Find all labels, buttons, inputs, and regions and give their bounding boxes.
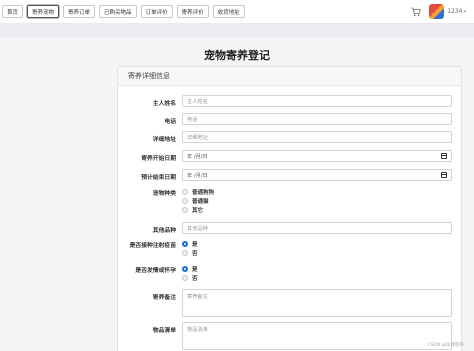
avatar[interactable]	[429, 4, 445, 19]
option-label: 否	[192, 250, 198, 257]
in-heat-option-no[interactable]: 否	[182, 273, 198, 282]
items-textarea[interactable]: 物品清单	[182, 322, 452, 350]
end-date-value: 年 /月/日	[187, 172, 208, 179]
start-date-input[interactable]: 年 /月/日	[182, 150, 452, 162]
other-breed-input[interactable]: 其他品种	[182, 222, 452, 234]
phone-label: 电话	[164, 119, 176, 125]
row-phone: 电话 电话	[118, 113, 463, 125]
user-area: 1234 ▾	[411, 4, 466, 19]
in-heat-radio-group: 是 否	[182, 264, 198, 282]
address-label: 详细地址	[152, 137, 176, 143]
pet-type-option-other[interactable]: 其它	[182, 205, 214, 214]
radio-button[interactable]	[182, 274, 188, 281]
address-input[interactable]: 详细地址	[182, 131, 452, 143]
pet-type-radio-group: 普通狗狗 普通猫 其它	[182, 187, 214, 214]
tab-boarding-orders[interactable]: 寄养订单	[63, 5, 96, 18]
option-label: 否	[192, 275, 198, 282]
top-navigation: 首页 寄养宠物 寄养订单 已购买物品 订单评价 寄养评价 收货地址 1234 ▾	[0, 0, 474, 24]
row-remarks: 寄养备注 寄养备注	[118, 289, 463, 317]
tab-home[interactable]: 首页	[2, 5, 24, 18]
calendar-icon[interactable]	[441, 172, 447, 178]
start-date-value: 年 /月/日	[187, 153, 208, 160]
tab-shipping-address[interactable]: 收货地址	[212, 5, 245, 18]
remarks-label: 寄养备注	[152, 295, 176, 301]
row-address: 详细地址 详细地址	[118, 131, 463, 143]
end-date-label: 预计结束日期	[141, 175, 176, 181]
row-other-breed: 其他品种 其他品种	[118, 222, 463, 234]
tab-purchased-items[interactable]: 已购买物品	[99, 5, 137, 18]
header-band	[0, 24, 474, 38]
items-label: 物品清单	[152, 328, 176, 334]
vaccinated-radio-group: 是 否	[182, 239, 198, 257]
radio-button-selected[interactable]	[182, 265, 188, 272]
watermark: CSDN @毕课程序	[427, 343, 464, 348]
end-date-input[interactable]: 年 /月/日	[182, 169, 452, 181]
other-breed-label: 其他品种	[152, 228, 176, 234]
vaccinated-option-no[interactable]: 否	[182, 248, 198, 257]
row-pet-type: 宠物种类 普通狗狗 普通猫 其它	[118, 187, 463, 214]
chevron-down-icon[interactable]: ▾	[463, 9, 466, 15]
radio-button[interactable]	[182, 249, 188, 256]
row-end-date: 预计结束日期 年 /月/日	[118, 169, 463, 181]
boarding-details-card: 寄养详细信息 主人姓名 主人姓名 电话 电话 详细地址 详细地址 寄养开始日期 …	[117, 66, 462, 351]
in-heat-label: 是否发情或怀孕	[135, 268, 176, 274]
owner-name-label: 主人姓名	[152, 101, 176, 107]
option-label: 是	[192, 241, 198, 248]
tab-boarding-pets[interactable]: 寄养宠物	[27, 5, 60, 18]
row-owner-name: 主人姓名 主人姓名	[118, 95, 463, 107]
radio-button[interactable]	[182, 197, 188, 204]
username[interactable]: 1234	[447, 8, 462, 15]
option-label: 普通狗狗	[192, 189, 215, 196]
pet-type-option-cat[interactable]: 普通猫	[182, 196, 214, 205]
phone-input[interactable]: 电话	[182, 113, 452, 125]
start-date-label: 寄养开始日期	[141, 156, 176, 162]
option-label: 普通猫	[192, 198, 209, 205]
row-in-heat: 是否发情或怀孕 是 否	[118, 264, 463, 282]
card-title: 寄养详细信息	[118, 67, 461, 86]
row-items: 物品清单 物品清单	[118, 322, 463, 350]
owner-name-input[interactable]: 主人姓名	[182, 95, 452, 107]
row-vaccinated: 是否接种注射疫苗 是 否	[118, 239, 463, 257]
page-title: 宠物寄养登记	[204, 49, 270, 62]
tab-boarding-reviews[interactable]: 寄养评价	[176, 5, 209, 18]
tab-order-reviews[interactable]: 订单评价	[140, 5, 173, 18]
calendar-icon[interactable]	[441, 153, 447, 159]
remarks-textarea[interactable]: 寄养备注	[182, 289, 452, 317]
radio-button-selected[interactable]	[182, 240, 188, 247]
radio-button[interactable]	[182, 206, 188, 213]
in-heat-option-yes[interactable]: 是	[182, 264, 198, 273]
vaccinated-label: 是否接种注射疫苗	[129, 243, 176, 249]
radio-button[interactable]	[182, 188, 188, 195]
option-label: 是	[192, 266, 198, 273]
row-start-date: 寄养开始日期 年 /月/日	[118, 150, 463, 162]
cart-icon[interactable]	[411, 7, 422, 17]
pet-type-option-dog[interactable]: 普通狗狗	[182, 187, 214, 196]
pet-type-label: 宠物种类	[152, 191, 176, 197]
vaccinated-option-yes[interactable]: 是	[182, 239, 198, 248]
option-label: 其它	[192, 207, 204, 214]
